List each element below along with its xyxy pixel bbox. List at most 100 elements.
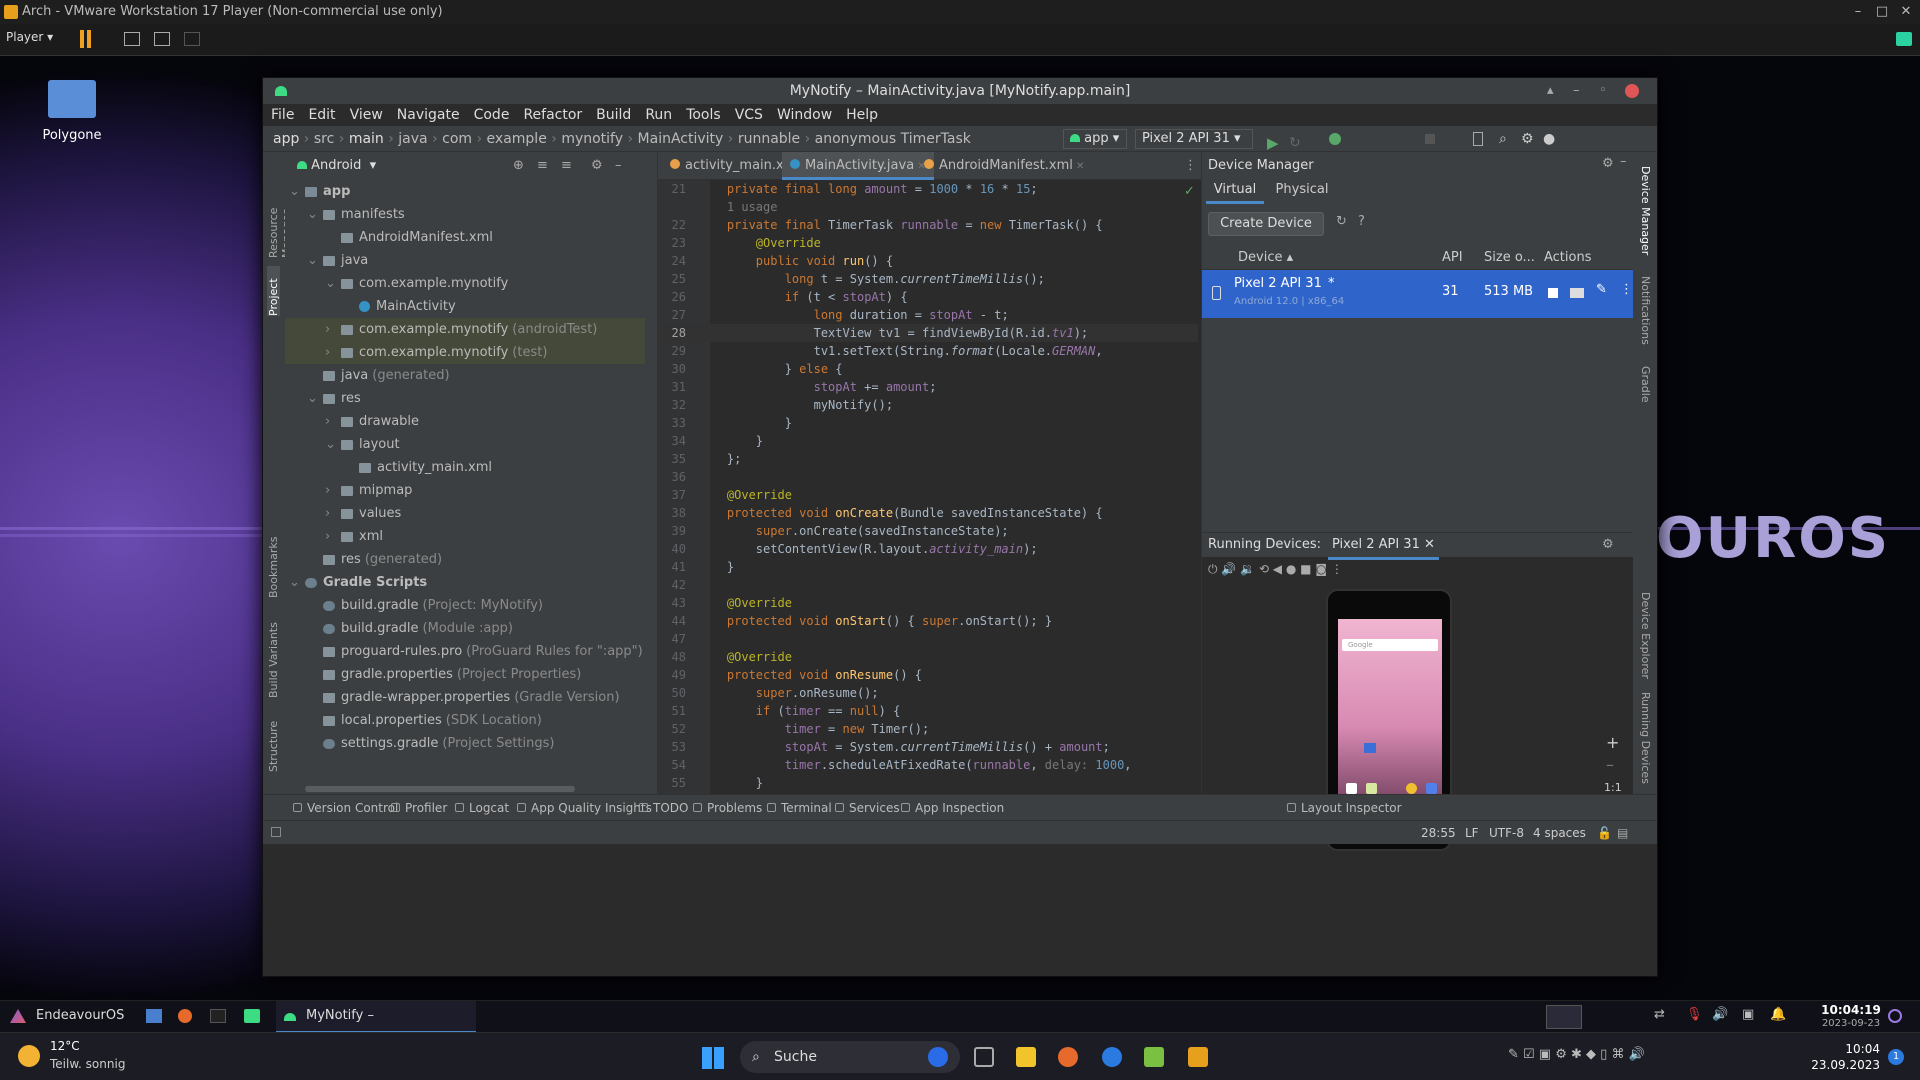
tree-item[interactable]: ⌄ app bbox=[289, 180, 350, 203]
breadcrumb-item[interactable]: anonymous TimerTask bbox=[815, 131, 971, 147]
hide-panel-icon[interactable]: – bbox=[615, 152, 622, 180]
files-icon[interactable] bbox=[146, 1009, 162, 1023]
chevron-down-icon[interactable]: ⌄ bbox=[325, 433, 341, 456]
logout-icon[interactable] bbox=[1888, 1009, 1902, 1023]
tool-window-version-control[interactable]: Version Control bbox=[293, 795, 398, 821]
chevron-down-icon[interactable]: ⌄ bbox=[307, 249, 323, 272]
breadcrumb-item[interactable]: mynotify bbox=[561, 131, 623, 147]
tree-item[interactable]: MainActivity bbox=[343, 295, 456, 318]
task-view-icon[interactable] bbox=[974, 1047, 994, 1067]
volume-down-icon[interactable]: 🔉 bbox=[1240, 562, 1255, 576]
chevron-down-icon[interactable]: ⌄ bbox=[325, 272, 341, 295]
line-separator[interactable]: LF bbox=[1465, 821, 1479, 845]
tree-item[interactable]: build.gradle (Module :app) bbox=[307, 617, 513, 640]
window-max-button[interactable]: ◦ bbox=[1599, 78, 1607, 104]
back-icon[interactable]: ◀ bbox=[1273, 562, 1282, 576]
tree-item[interactable]: › values bbox=[325, 502, 401, 525]
more-icon[interactable]: ⋮ bbox=[1331, 562, 1343, 576]
phone-app-icon[interactable] bbox=[1346, 783, 1357, 794]
chevron-down-icon[interactable]: ⌄ bbox=[289, 571, 305, 594]
bookmarks-tab[interactable]: Bookmarks bbox=[267, 532, 280, 598]
tool-window-terminal[interactable]: Terminal bbox=[767, 795, 832, 821]
tree-item[interactable]: proguard-rules.pro (ProGuard Rules for ":… bbox=[307, 640, 643, 663]
status-left-icon[interactable] bbox=[271, 827, 281, 837]
fullscreen-icon[interactable] bbox=[154, 32, 170, 46]
window-up-button[interactable]: ▴ bbox=[1547, 78, 1554, 104]
tree-item[interactable]: local.properties (SDK Location) bbox=[307, 709, 542, 732]
menu-item-edit[interactable]: Edit bbox=[308, 107, 335, 123]
folder-icon[interactable] bbox=[1570, 288, 1584, 298]
window-close-button[interactable] bbox=[1625, 84, 1639, 98]
chevron-right-icon[interactable]: › bbox=[325, 502, 341, 525]
network-icon[interactable]: ⇄ bbox=[1654, 1007, 1665, 1022]
more-icon[interactable]: ⋮ bbox=[1620, 282, 1633, 297]
tool-window-profiler[interactable]: Profiler bbox=[391, 795, 447, 821]
player-menu-button[interactable]: Player ▾ bbox=[6, 30, 53, 44]
tool-window-app-quality-insights[interactable]: App Quality Insights bbox=[517, 795, 652, 821]
breadcrumb-item[interactable]: src bbox=[314, 131, 334, 147]
chevron-right-icon[interactable]: › bbox=[325, 479, 341, 502]
start-menu-label[interactable]: EndeavourOS bbox=[36, 1008, 124, 1023]
tree-item[interactable]: gradle-wrapper.properties (Gradle Version… bbox=[307, 686, 620, 709]
gear-icon[interactable]: ⚙ bbox=[1602, 156, 1614, 171]
stop-icon[interactable] bbox=[1425, 134, 1435, 144]
tool-window-logcat[interactable]: Logcat bbox=[455, 795, 509, 821]
notifications-icon[interactable]: 🔔 bbox=[1770, 1007, 1786, 1022]
search-icon[interactable]: ⌕ bbox=[1499, 126, 1507, 152]
message-icon[interactable] bbox=[1896, 32, 1912, 46]
chevron-right-icon[interactable]: › bbox=[325, 341, 341, 364]
close-button[interactable]: ✕ bbox=[1896, 0, 1916, 24]
desktop-icon-polygone[interactable]: Polygone bbox=[38, 80, 106, 143]
col-api[interactable]: API bbox=[1442, 246, 1463, 270]
tree-item[interactable]: ⌄ java bbox=[307, 249, 368, 272]
file-encoding[interactable]: UTF-8 bbox=[1489, 821, 1524, 845]
chevron-right-icon[interactable]: › bbox=[325, 318, 341, 341]
volume-up-icon[interactable]: 🔊 bbox=[1221, 562, 1236, 576]
device-row[interactable]: Pixel 2 API 31 * Android 12.0 | x86_64 3… bbox=[1202, 270, 1634, 318]
breadcrumb-item[interactable]: MainActivity bbox=[638, 131, 724, 147]
stop-device-icon[interactable] bbox=[1548, 288, 1558, 298]
tree-item[interactable]: › mipmap bbox=[325, 479, 412, 502]
tab-virtual[interactable]: Virtual bbox=[1206, 178, 1264, 204]
locate-icon[interactable]: ⊕ bbox=[513, 152, 524, 180]
tree-item[interactable]: gradle.properties (Project Properties) bbox=[307, 663, 581, 686]
notepad-icon[interactable] bbox=[1144, 1047, 1164, 1067]
breadcrumb-item[interactable]: com bbox=[442, 131, 472, 147]
camera-app-icon[interactable] bbox=[1426, 783, 1437, 794]
breadcrumb-item[interactable]: runnable bbox=[738, 131, 800, 147]
menu-item-refactor[interactable]: Refactor bbox=[523, 107, 582, 123]
tree-item[interactable]: › com.example.mynotify (androidTest) bbox=[285, 318, 645, 341]
app-icon[interactable] bbox=[1364, 743, 1376, 753]
tree-item[interactable]: ⌄ res bbox=[307, 387, 361, 410]
expand-all-icon[interactable]: ≡ bbox=[537, 152, 548, 180]
tabs-more-icon[interactable]: ⋮ bbox=[1184, 158, 1197, 173]
tree-item[interactable]: ⌄ layout bbox=[325, 433, 400, 456]
menu-item-run[interactable]: Run bbox=[645, 107, 672, 123]
tree-item[interactable]: › com.example.mynotify (test) bbox=[285, 341, 645, 364]
tree-item[interactable]: build.gradle (Project: MyNotify) bbox=[307, 594, 543, 617]
rotate-icon[interactable]: ⟲ bbox=[1259, 562, 1269, 576]
tree-item[interactable]: res (generated) bbox=[307, 548, 442, 571]
windows-start-icon[interactable] bbox=[702, 1047, 724, 1069]
close-tab-icon[interactable]: ✕ bbox=[1073, 161, 1084, 172]
chevron-right-icon[interactable]: › bbox=[325, 525, 341, 548]
editor-tab[interactable]: MainActivity.java ✕ bbox=[782, 152, 934, 180]
account-icon[interactable]: ● bbox=[1543, 126, 1555, 152]
run-config-select[interactable]: app ▾ bbox=[1063, 129, 1127, 149]
zoom-in-icon[interactable]: + bbox=[1606, 733, 1619, 752]
lock-icon[interactable]: 🔓 bbox=[1597, 821, 1612, 845]
breadcrumb-item[interactable]: main bbox=[349, 131, 384, 147]
microphone-icon[interactable]: 🎙 bbox=[1686, 1007, 1703, 1022]
tree-item[interactable]: ⌄ com.example.mynotify bbox=[325, 272, 508, 295]
collapse-all-icon[interactable]: ≡ bbox=[561, 152, 572, 180]
volume-icon[interactable]: 🔊 bbox=[1712, 1007, 1728, 1022]
tree-item[interactable]: ⌄ Gradle Scripts bbox=[289, 571, 427, 594]
menu-item-tools[interactable]: Tools bbox=[686, 107, 721, 123]
clock-bottom[interactable]: 10:04 23.09.2023 bbox=[1800, 1041, 1880, 1073]
endeavouros-icon[interactable] bbox=[10, 1009, 26, 1023]
breadcrumb-item[interactable]: example bbox=[487, 131, 547, 147]
android-studio-icon[interactable] bbox=[244, 1009, 260, 1023]
refresh-icon[interactable]: ↻ bbox=[1336, 214, 1347, 229]
menu-item-window[interactable]: Window bbox=[777, 107, 832, 123]
tray-icons[interactable]: ✎ ☑ ▣ ⚙ ✱ ◆ ▯ ⌘ 🔊 bbox=[1508, 1047, 1645, 1062]
